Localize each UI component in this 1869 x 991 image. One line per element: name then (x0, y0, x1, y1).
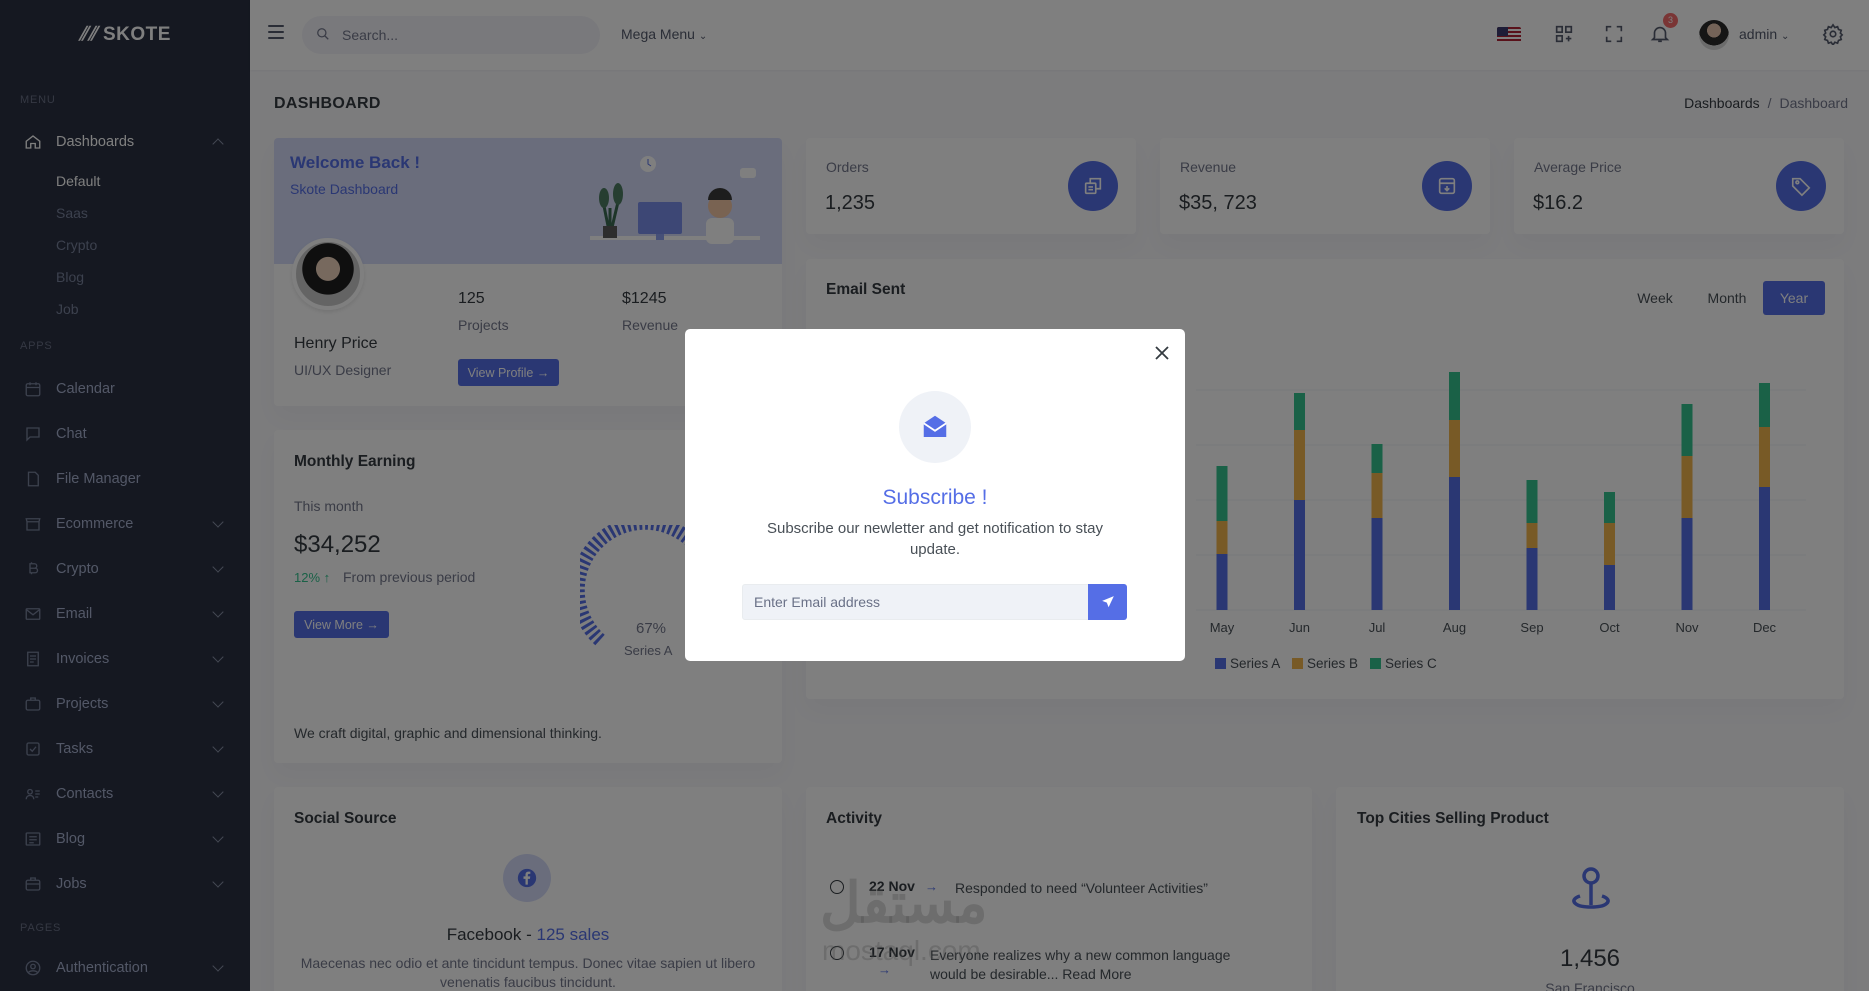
envelope-open-icon (899, 391, 971, 463)
modal-title: Subscribe ! (882, 486, 988, 509)
app-root: ⫽⫽SKOTE MENU Dashboards Default Saas Cry… (0, 0, 1869, 991)
close-icon[interactable] (1152, 343, 1172, 363)
paper-plane-icon (1101, 596, 1114, 608)
send-button[interactable] (1088, 584, 1127, 620)
email-input[interactable]: Enter Email address (742, 584, 1089, 620)
modal-text: Subscribe our newletter and get notifica… (766, 520, 1104, 558)
